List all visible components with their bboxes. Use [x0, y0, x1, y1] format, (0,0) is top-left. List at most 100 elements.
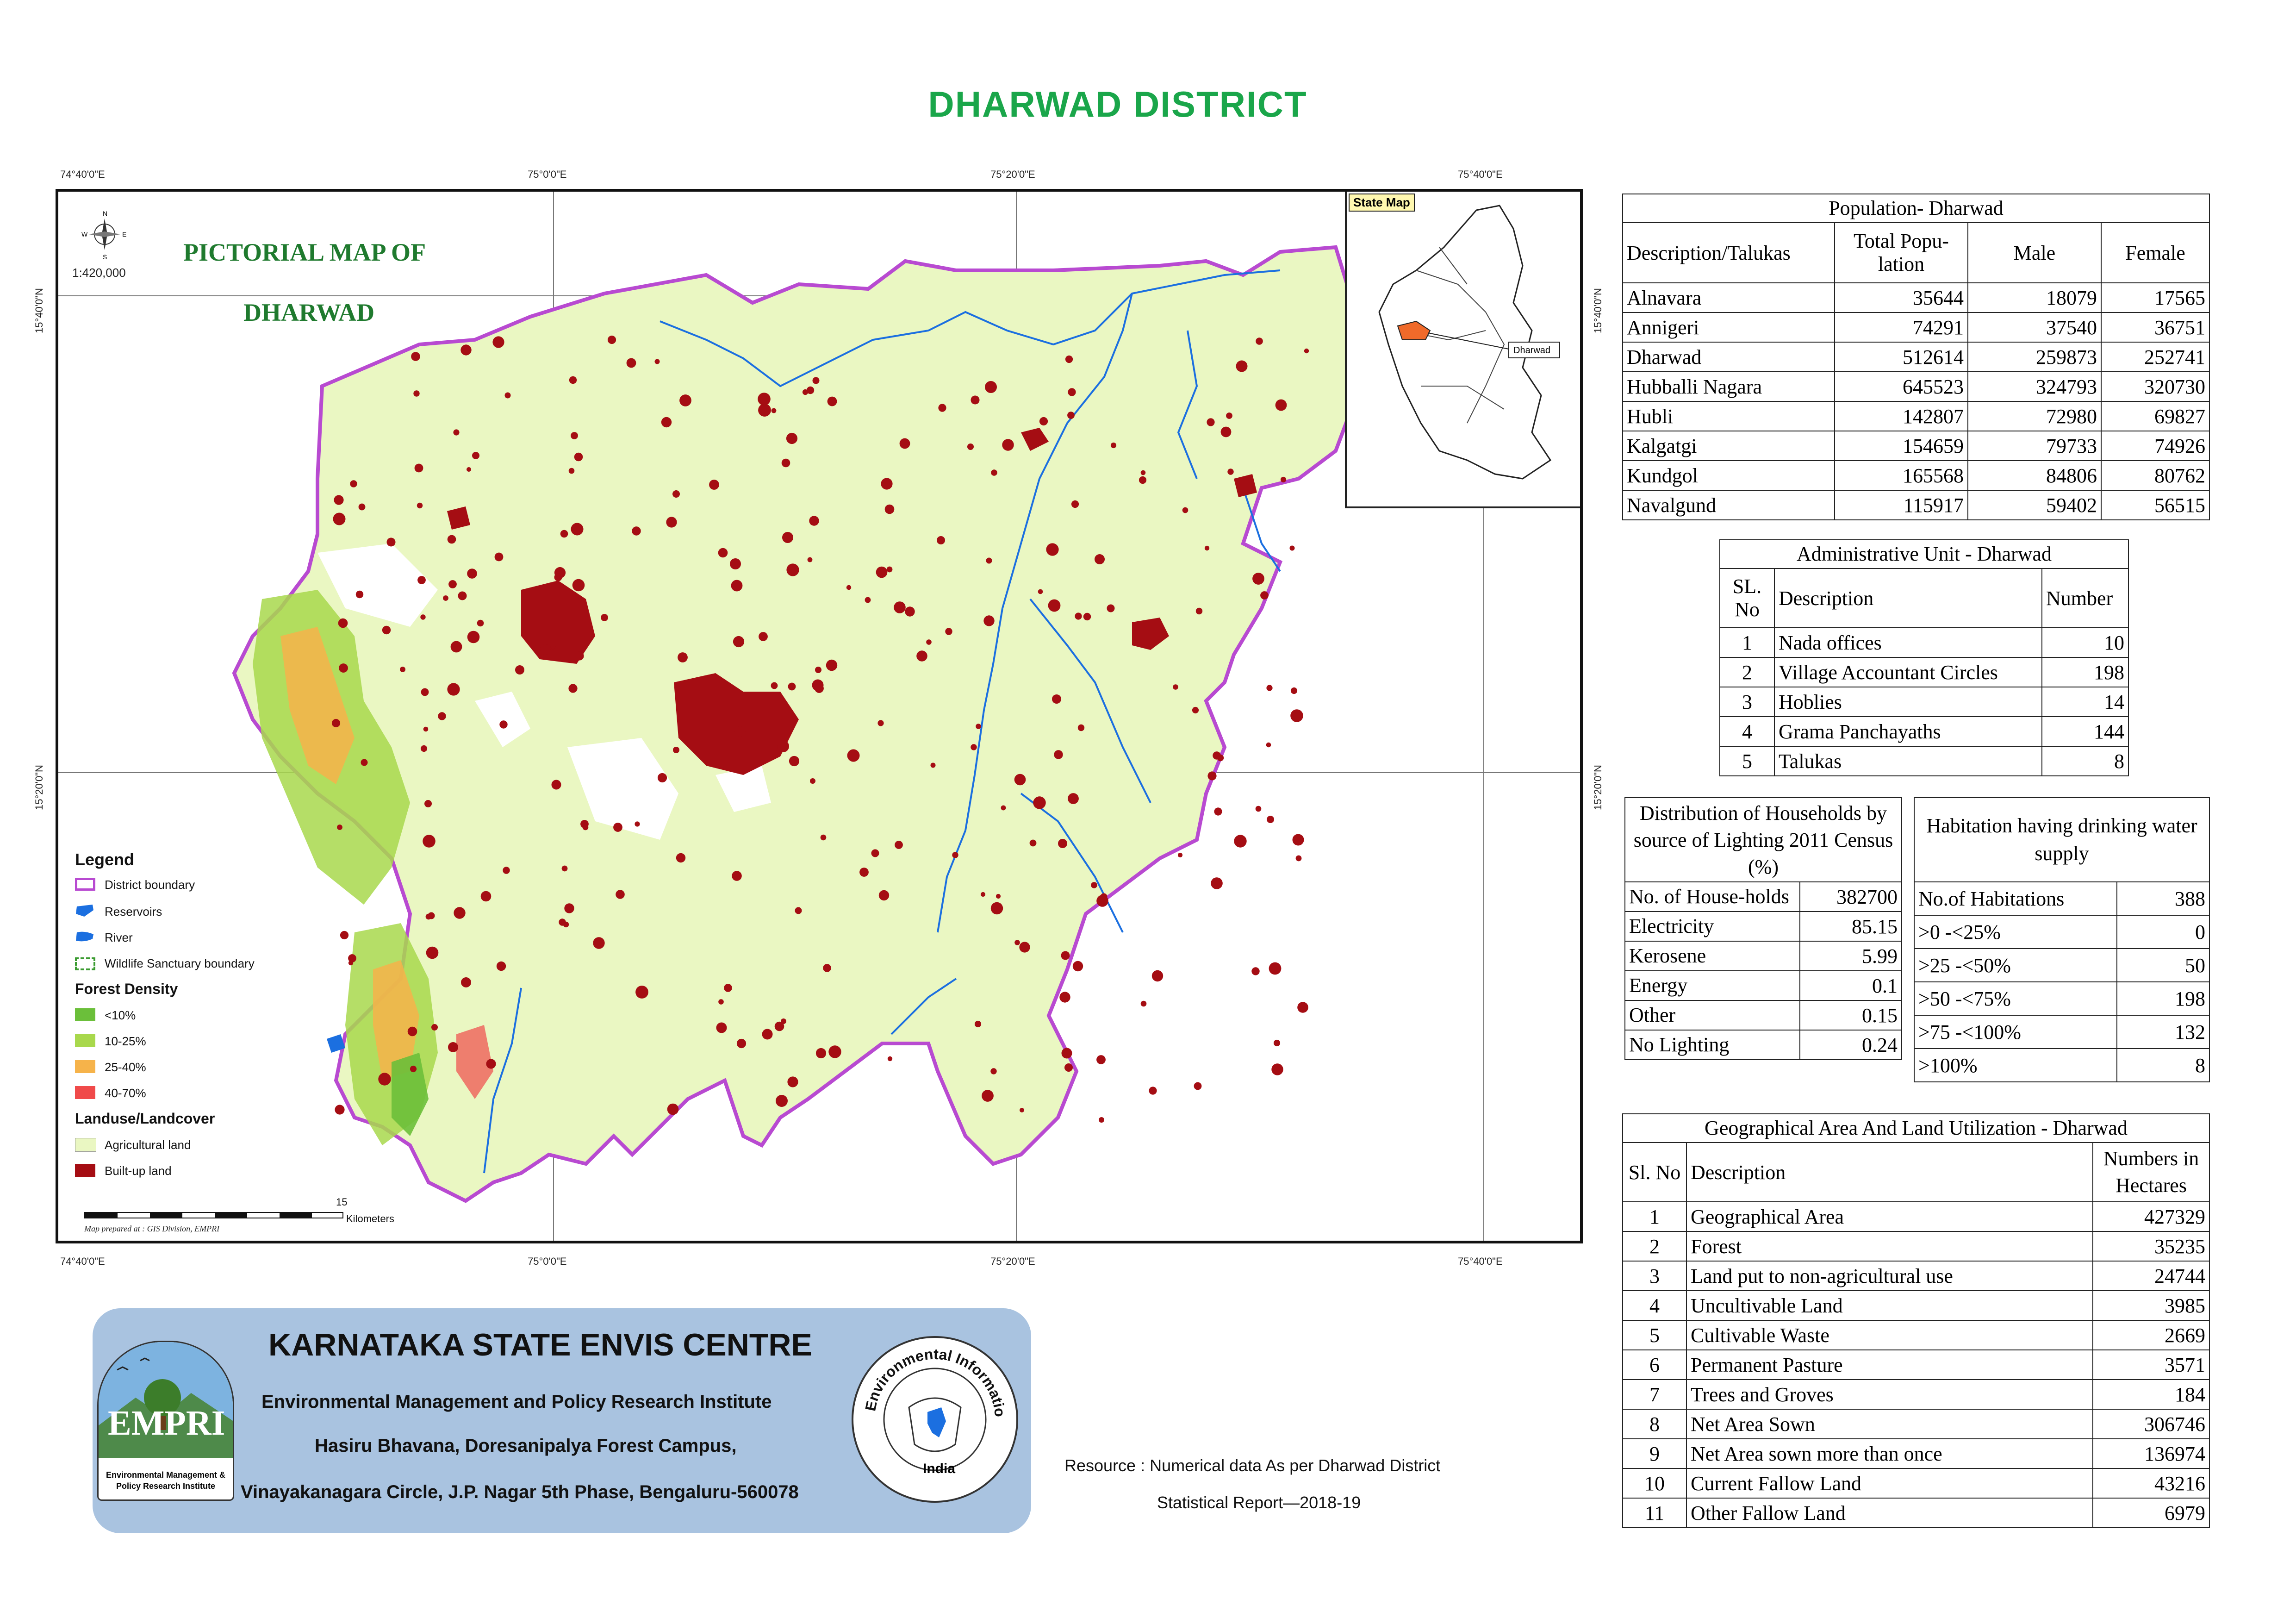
village-dot: [447, 683, 460, 696]
village-dot: [1020, 1108, 1024, 1112]
admin-row: 5 Talukas 8: [1719, 746, 2129, 776]
village-dot: [971, 744, 977, 750]
village-dot: [582, 824, 589, 831]
map-credit: Map prepared at : GIS Division, EMPRI: [84, 1224, 220, 1233]
village-dot: [724, 984, 732, 992]
org-line-1: Environmental Management and Policy Rese…: [261, 1392, 772, 1412]
empri-logo: EMPRI Environmental Management & Policy …: [97, 1341, 234, 1501]
habitation-row-cell: >50 -<75%: [1914, 981, 2117, 1016]
village-dot: [776, 1095, 788, 1107]
village-dot: [1173, 684, 1178, 690]
org-name: KARNATAKA STATE ENVIS CENTRE: [268, 1327, 812, 1362]
village-dot: [414, 463, 423, 473]
village-dot: [438, 712, 446, 720]
village-dot: [448, 1042, 458, 1052]
population-row: Dharwad 512614 259873 252741: [1622, 342, 2210, 372]
village-dot: [1075, 612, 1082, 620]
village-dot: [937, 536, 945, 544]
village-dot: [1054, 750, 1063, 759]
geo-row: 2 Forest 35235: [1622, 1231, 2210, 1262]
geo-row: 3 Land put to non-agricultural use 24744: [1622, 1261, 2210, 1291]
village-dot: [486, 1059, 496, 1069]
tick-bottom-3: 75°20'0"E: [990, 1255, 1035, 1267]
admin-row: 2 Village Accountant Circles 198: [1719, 657, 2129, 687]
habitation-table-wrap: Habitation having drinking water supply …: [1914, 797, 2210, 1082]
households-table: No. of House-holds 382700 Electricity 85.15…: [1624, 881, 1902, 1060]
households-row: Other 0.15: [1624, 1000, 1902, 1031]
village-dot: [450, 641, 462, 653]
village-dot: [467, 631, 480, 643]
population-row-cell: 115917: [1834, 490, 1968, 520]
map-heading-1: PICTORIAL MAP OF: [183, 238, 426, 266]
households-row: Kerosene 5.99: [1624, 941, 1902, 971]
village-dot: [1083, 612, 1091, 621]
legend-reservoirs: Reservoirs: [105, 905, 162, 918]
households-row-cell: 0.24: [1799, 1030, 1902, 1060]
village-dot: [1290, 687, 1298, 694]
village-dot: [571, 523, 584, 536]
population-row: Annigeri 74291 37540 36751: [1622, 312, 2210, 343]
village-dot: [472, 452, 479, 459]
population-table-wrap: Population- Dharwad Description/Talukas …: [1622, 194, 2210, 520]
village-dot: [1149, 1087, 1157, 1095]
village-dot: [676, 853, 686, 863]
admin-row-cell: 8: [2041, 746, 2129, 776]
village-dot: [762, 1029, 773, 1040]
village-dot: [731, 580, 743, 592]
tick-top-1: 74°40'0"E: [60, 169, 105, 180]
geo-row: 10 Current Fallow Land 43216: [1622, 1468, 2210, 1499]
village-dot: [828, 1045, 841, 1058]
village-dot: [564, 903, 574, 913]
village-dot: [812, 377, 820, 384]
village-dot: [339, 663, 348, 673]
village-dot: [417, 502, 423, 509]
village-dot: [1029, 839, 1037, 847]
village-dot: [1077, 724, 1085, 731]
geo-row: 5 Cultivable Waste 2669: [1622, 1320, 2210, 1350]
village-dot: [424, 800, 432, 807]
geo-row-cell: 8: [1622, 1409, 1687, 1439]
village-dot: [386, 537, 396, 547]
village-dot: [334, 495, 344, 505]
habitation-table: No.of Habitations 388 >0 -<25% 0 >25 -<50% 50…: [1914, 881, 2210, 1082]
village-dot: [1096, 895, 1108, 907]
page-title: DHARWAD DISTRICT: [928, 84, 1307, 125]
village-dot: [1046, 543, 1059, 556]
geo-row-cell: 7: [1622, 1379, 1687, 1410]
village-dot: [823, 964, 831, 972]
geo-row-cell: Forest: [1686, 1231, 2093, 1262]
population-row-cell: Kalgatgi: [1622, 431, 1835, 461]
village-dot: [980, 892, 986, 897]
village-dot: [709, 480, 719, 490]
village-dot: [938, 404, 946, 412]
village-dot: [355, 590, 364, 599]
population-row-cell: 142807: [1834, 401, 1968, 431]
village-dot: [428, 912, 435, 919]
village-dot: [1052, 694, 1061, 704]
forest-swatch-2: [75, 1034, 95, 1047]
compass-w: W: [81, 231, 88, 238]
population-row-cell: 324793: [1967, 371, 2102, 402]
admin-header-number: Number: [2041, 568, 2129, 628]
village-dot: [930, 762, 936, 768]
geo-row-cell: Land put to non-agricultural use: [1686, 1261, 2093, 1291]
tick-right-2: 15°20'0"N: [1592, 765, 1604, 810]
village-dot: [734, 726, 746, 737]
habitation-row-cell: 8: [2116, 1048, 2210, 1082]
village-dot: [996, 893, 1001, 899]
habitation-row-cell: 0: [2116, 915, 2210, 949]
village-dot: [667, 1103, 679, 1115]
village-dot: [718, 999, 724, 1005]
village-dot: [1297, 1002, 1308, 1013]
village-dot: [551, 780, 561, 790]
village-dot: [887, 1056, 893, 1062]
village-dot: [1194, 1082, 1202, 1090]
scale-ratio: 1:420,000: [72, 266, 126, 280]
village-dot: [716, 1022, 727, 1033]
village-dot: [1038, 589, 1043, 594]
village-dot: [515, 665, 524, 675]
admin-row-cell: 198: [2041, 657, 2129, 687]
tick-top-4: 75°40'0"E: [1458, 169, 1503, 180]
habitation-row-cell: 50: [2116, 948, 2210, 982]
habitation-row: >75 -<100% 132: [1914, 1015, 2210, 1049]
